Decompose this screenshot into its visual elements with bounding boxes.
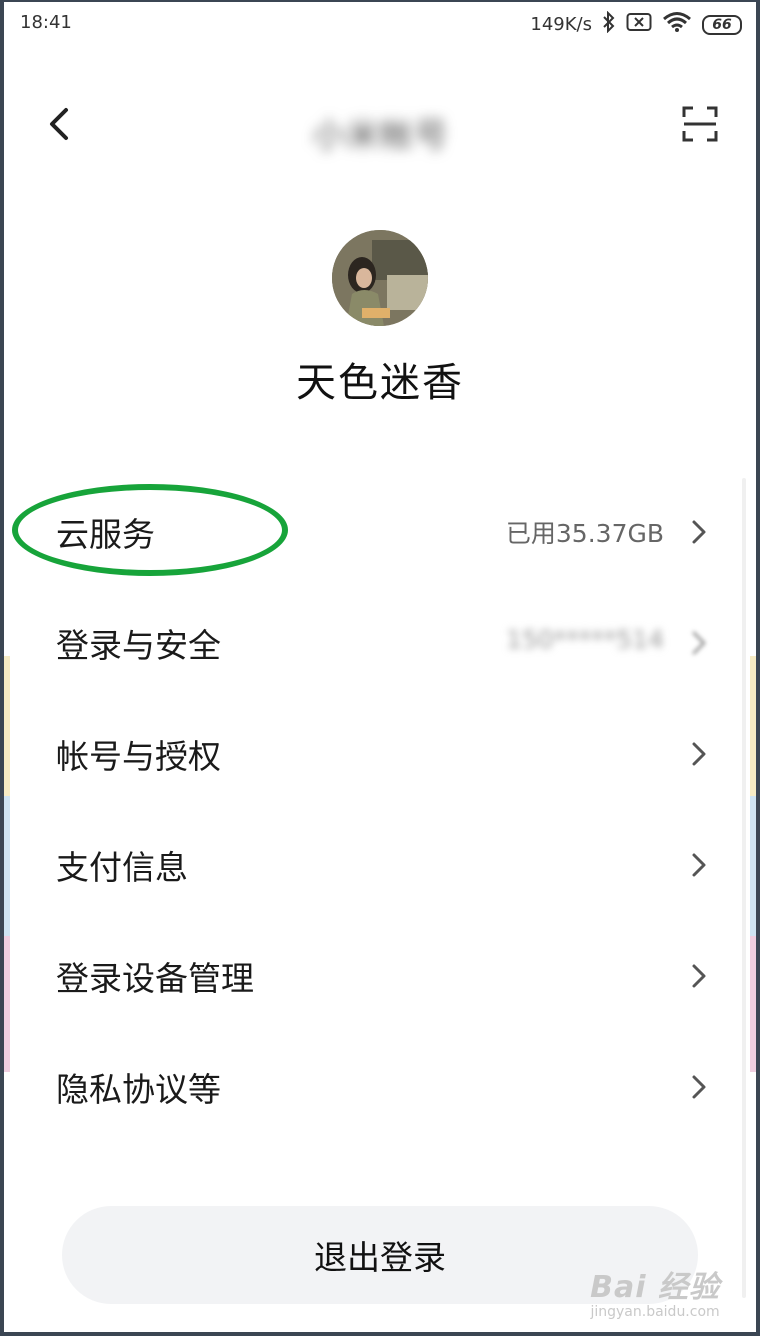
edge-strip-pink [4,936,10,1072]
scrollbar[interactable] [742,478,746,1298]
watermark-main: Bai 经验 [590,1270,720,1305]
username: 天色迷香 [296,360,464,406]
chevron-right-icon [692,742,706,766]
scan-icon [682,106,718,142]
watermark: Bai 经验 jingyan.baidu.com [590,1262,720,1320]
menu-item-label: 登录设备管理 [56,959,254,998]
edge-strip-yellow-right [750,656,756,796]
chevron-right-icon [692,631,706,655]
menu-item-cloud-service[interactable]: 云服务 已用35.37GB [0,476,760,587]
chevron-right-icon [692,520,706,544]
chevron-right-icon [692,964,706,988]
battery-icon: 66 [702,14,742,35]
cloud-storage-used: 已用35.37GB [505,519,664,548]
chevron-right-icon [692,1075,706,1099]
menu-item-account-authorization[interactable]: 帐号与授权 [0,698,760,809]
menu-item-payment-info[interactable]: 支付信息 [0,809,760,920]
page-title: 小米帐号 [312,116,448,156]
edge-strip-pink-right [750,936,756,1072]
top-app-bar: 小米帐号 [0,80,760,170]
menu-item-label: 帐号与授权 [56,737,221,776]
avatar-photo [332,230,428,326]
wifi-icon [662,11,692,38]
chevron-right-icon [692,853,706,877]
menu-item-label: 登录与安全 [56,626,221,665]
menu-item-privacy[interactable]: 隐私协议等 [0,1031,760,1142]
status-bar: 18:41 149K/s 66 [0,0,760,50]
scan-button[interactable] [680,104,720,144]
menu-item-login-security[interactable]: 登录与安全 150*****514 [0,587,760,698]
edge-strip-yellow [4,656,10,796]
avatar[interactable] [332,230,428,326]
status-time: 18:41 [20,12,72,33]
bluetooth-icon [602,10,616,38]
menu-item-device-management[interactable]: 登录设备管理 [0,920,760,1031]
menu-item-label: 云服务 [56,515,155,554]
menu-item-label: 支付信息 [56,848,188,887]
phone-number-masked: 150*****514 [506,625,664,654]
watermark-url: jingyan.baidu.com [590,1304,720,1320]
sim-disabled-icon [626,12,652,37]
edge-strip-blue [4,796,10,936]
settings-list: 云服务 已用35.37GB 登录与安全 150*****514 帐号与授权 支付… [0,476,760,1142]
edge-strip-blue-right [750,796,756,936]
network-speed: 149K/s [530,14,592,35]
status-icons: 149K/s 66 [530,10,742,38]
menu-item-label: 隐私协议等 [56,1070,221,1109]
